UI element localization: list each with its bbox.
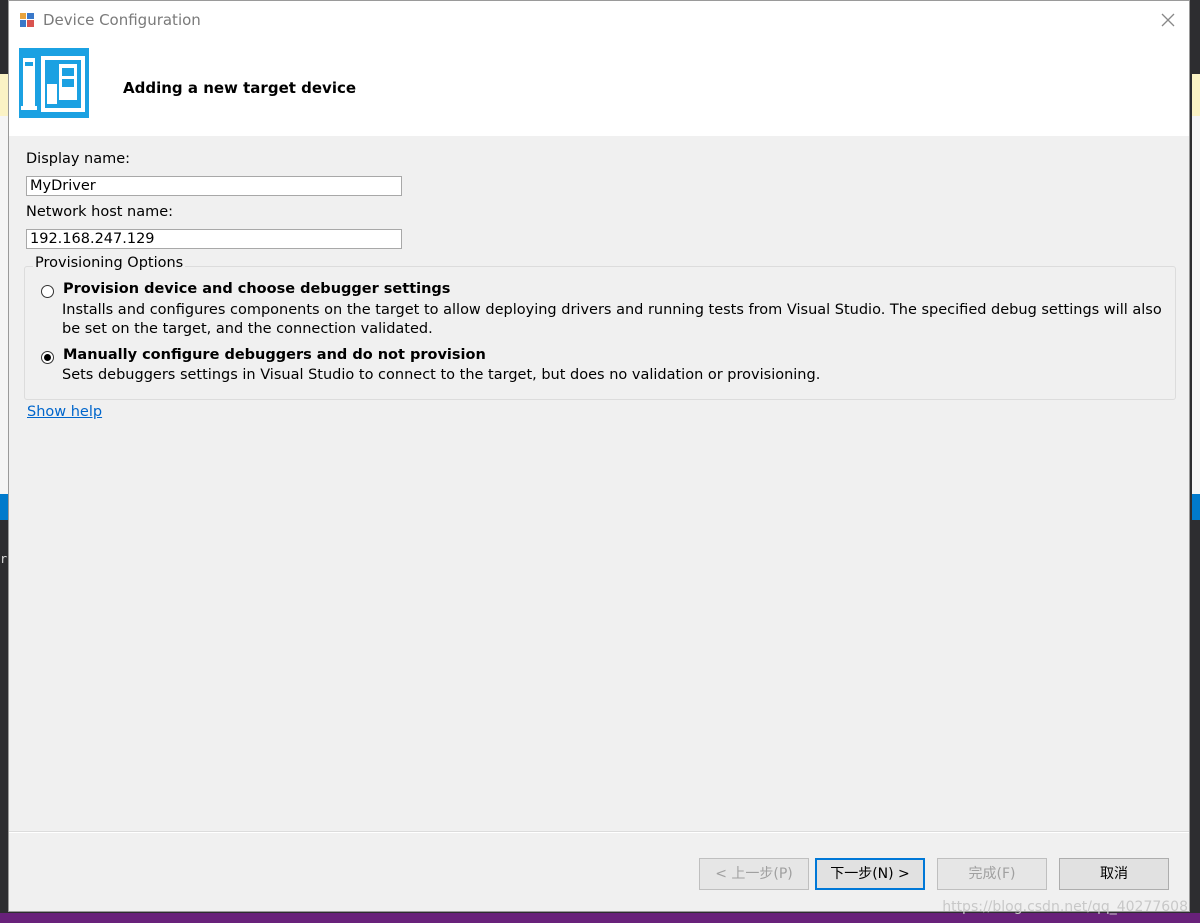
title-bar: Device Configuration (9, 1, 1189, 39)
background-tab-strip-right (1192, 494, 1200, 520)
background-text: r (0, 552, 8, 566)
display-name-input[interactable]: MyDriver (26, 176, 402, 196)
finish-button[interactable]: 完成(F) (937, 858, 1047, 890)
close-icon (1161, 13, 1175, 27)
window-title: Device Configuration (43, 11, 201, 29)
provision-device-radio[interactable] (41, 285, 54, 298)
network-host-label: Network host name: (26, 204, 174, 220)
footer-divider-highlight (9, 832, 1189, 833)
provision-device-description-2: be set on the target, and the connection… (62, 321, 433, 337)
app-icon (20, 13, 34, 27)
watermark: https://blog.csdn.net/qq_40277608 (942, 899, 1188, 915)
show-help-link[interactable]: Show help (27, 404, 102, 420)
provision-device-title[interactable]: Provision device and choose debugger set… (63, 281, 450, 297)
background-notification-strip (0, 74, 8, 116)
background-editor-left (0, 116, 8, 494)
network-host-input[interactable]: 192.168.247.129 (26, 229, 402, 249)
display-name-label: Display name: (26, 151, 131, 167)
wizard-header: Adding a new target device (9, 39, 1189, 136)
back-button[interactable]: < 上一步(P) (699, 858, 809, 890)
device-configuration-dialog: Device Configuration Adding a new target… (8, 0, 1190, 912)
background-tab-strip-left (0, 494, 8, 520)
manual-configure-title[interactable]: Manually configure debuggers and do not … (63, 347, 486, 363)
device-logo-icon (19, 48, 89, 118)
next-button[interactable]: 下一步(N) > (815, 858, 925, 890)
cancel-button[interactable]: 取消 (1059, 858, 1169, 890)
manual-configure-radio[interactable] (41, 351, 54, 364)
provision-device-description: Installs and configures components on th… (62, 302, 1162, 318)
close-button[interactable] (1155, 7, 1181, 33)
background-notification-strip-right (1192, 74, 1200, 116)
provisioning-options-legend: Provisioning Options (33, 255, 186, 271)
wizard-content: Display name: MyDriver Network host name… (9, 136, 1189, 831)
background-editor-right (1192, 116, 1200, 494)
manual-configure-description: Sets debuggers settings in Visual Studio… (62, 367, 821, 383)
header-title: Adding a new target device (123, 79, 357, 97)
